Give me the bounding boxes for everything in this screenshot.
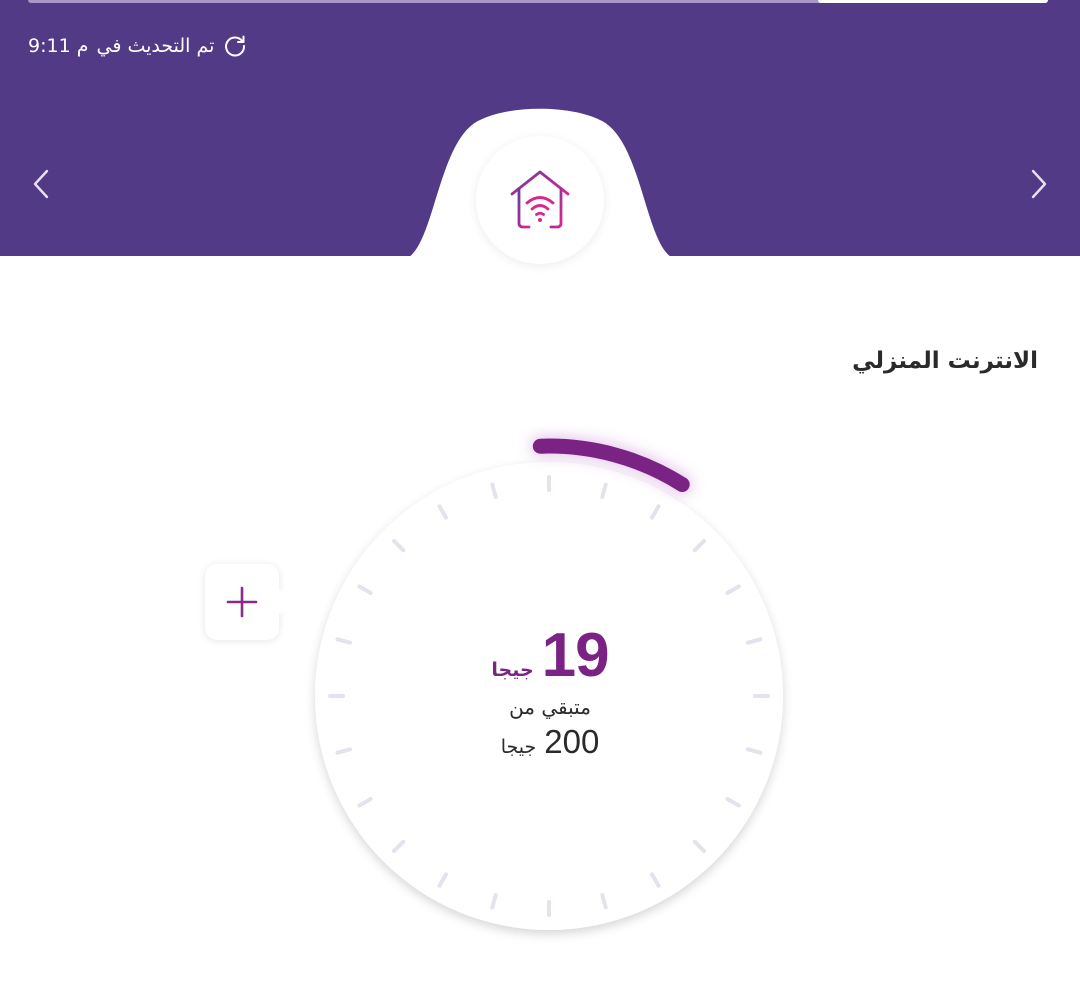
previous-button[interactable] xyxy=(24,166,60,202)
remaining-row: جيجا 19 xyxy=(420,620,680,691)
updated-label: تم التحديث في xyxy=(96,35,215,57)
chevron-right-icon xyxy=(1031,169,1047,199)
service-icon-circle[interactable] xyxy=(476,136,604,264)
add-data-button[interactable] xyxy=(205,564,301,640)
home-wifi-icon xyxy=(510,170,570,229)
updated-time: 9:11 م xyxy=(28,35,89,57)
section-title: الانترنت المنزلي xyxy=(852,348,1038,374)
remaining-label: متبقي من xyxy=(509,695,591,719)
total-value: 200 xyxy=(544,723,600,760)
usage-summary: جيجا 19 متبقي من جيجا 200 xyxy=(420,620,680,780)
chevron-left-icon xyxy=(33,169,49,199)
remaining-value: 19 xyxy=(541,621,610,690)
top-progress-strip xyxy=(28,0,1048,3)
plus-icon xyxy=(226,586,258,618)
last-updated: 9:11 م تم التحديث في xyxy=(28,30,248,62)
total-row: جيجا 200 xyxy=(420,723,680,761)
top-progress-fill xyxy=(818,0,1048,3)
total-unit: جيجا xyxy=(500,736,537,758)
remaining-unit: جيجا xyxy=(491,659,534,681)
next-button[interactable] xyxy=(1020,166,1056,202)
refresh-icon[interactable] xyxy=(222,33,248,59)
